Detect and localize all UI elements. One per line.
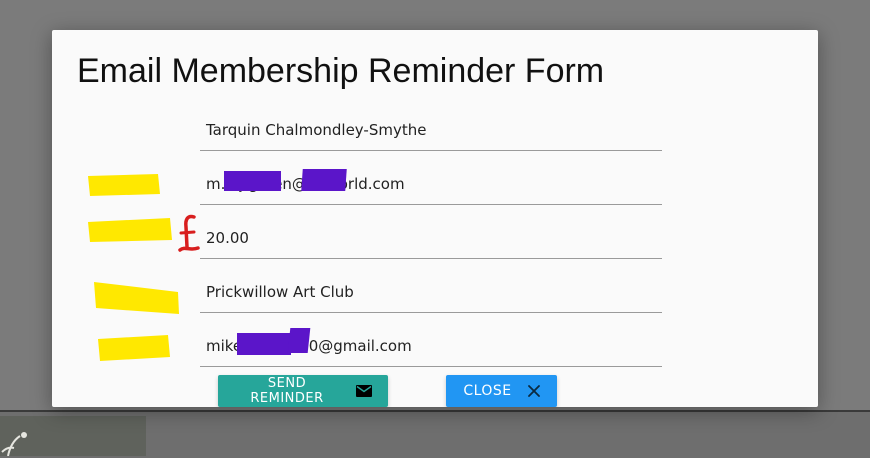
- send-reminder-label: SEND REMINDER: [250, 376, 324, 406]
- amount-value: 20.00: [206, 229, 249, 247]
- highlight-mark-club-email: [98, 335, 170, 361]
- club-email-field[interactable]: mikedjgreen60@gmail.com: [200, 312, 662, 367]
- highlight-mark-email: [88, 174, 160, 196]
- club-email-redaction-1: [237, 333, 291, 355]
- currency-symbol-mark: £: [176, 213, 202, 255]
- email-redaction-1: [224, 171, 281, 191]
- background-thumbnail: [0, 416, 146, 456]
- dialog-title: Email Membership Reminder Form: [77, 52, 605, 90]
- close-button[interactable]: CLOSE: [446, 375, 557, 407]
- name-field[interactable]: Tarquin Chalmondley-Smythe: [200, 96, 662, 151]
- send-reminder-button[interactable]: SEND REMINDER: [218, 375, 388, 407]
- highlight-mark-amount: [88, 218, 172, 242]
- reminder-dialog: Email Membership Reminder Form £ Tarquin…: [52, 30, 818, 407]
- email-icon: [356, 385, 372, 397]
- club-email-redaction-2: [287, 328, 311, 353]
- email-field[interactable]: m.d.j.green@ntlworld.com: [200, 150, 662, 205]
- name-value: Tarquin Chalmondley-Smythe: [206, 121, 427, 139]
- close-label: CLOSE: [463, 383, 512, 399]
- amount-field[interactable]: 20.00: [200, 204, 662, 259]
- email-redaction-2: [301, 169, 347, 191]
- club-name-value: Prickwillow Art Club: [206, 283, 354, 301]
- club-name-field[interactable]: Prickwillow Art Club: [200, 258, 662, 313]
- close-icon: [527, 385, 540, 397]
- highlight-mark-club: [94, 282, 179, 314]
